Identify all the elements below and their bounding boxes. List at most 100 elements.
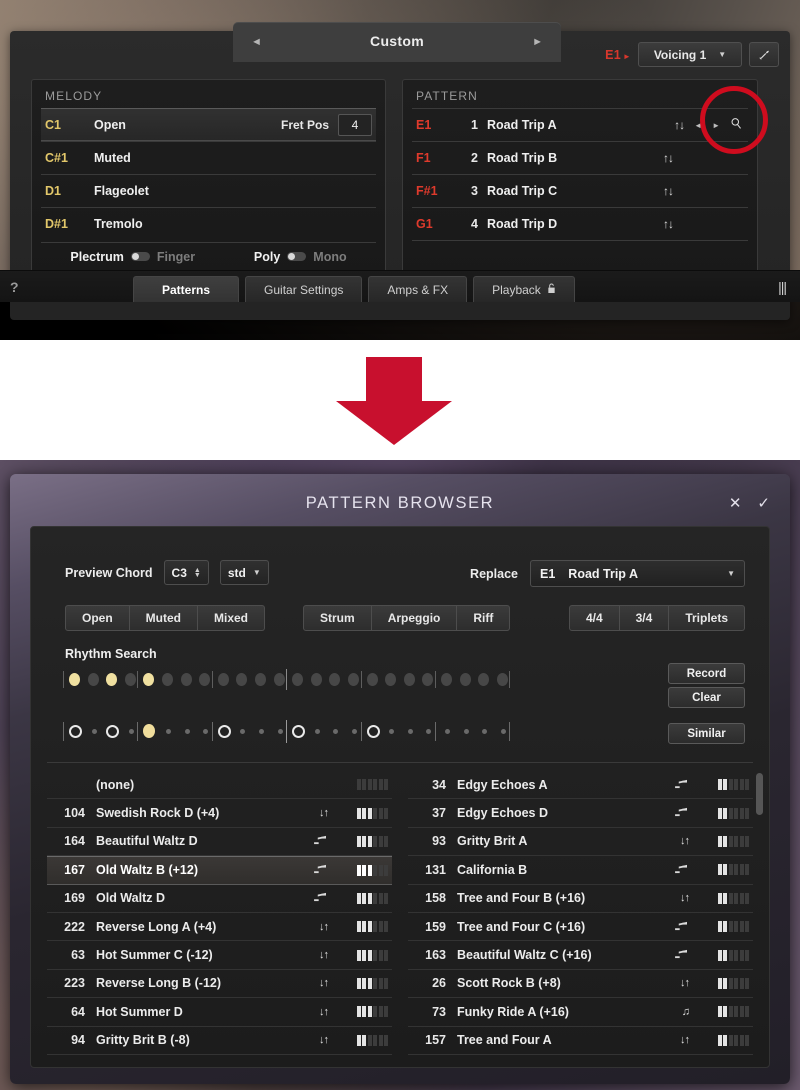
- lock-icon[interactable]: [547, 283, 556, 297]
- tab-playback[interactable]: Playback: [473, 276, 575, 302]
- pattern-list-row[interactable]: 26 Scott Rock B (+8) ↓↑: [408, 970, 753, 999]
- pattern-list-row[interactable]: 159 Tree and Four C (+16): [408, 913, 753, 942]
- stepper-down-icon[interactable]: ▼: [194, 572, 201, 579]
- rhythm-step-dot[interactable]: [459, 673, 471, 686]
- rhythm-result-subdivision[interactable]: [463, 729, 469, 734]
- tab-patterns[interactable]: Patterns: [133, 276, 240, 302]
- filter-triplets-button[interactable]: Triplets: [669, 605, 745, 631]
- rhythm-result-subdivision[interactable]: [91, 729, 97, 734]
- voicing-dropdown[interactable]: Voicing 1 ▼: [638, 42, 742, 67]
- rhythm-step-dot[interactable]: [180, 673, 192, 686]
- preview-chord-note-stepper[interactable]: C3 ▲ ▼: [163, 560, 209, 585]
- sort-arrows-icon[interactable]: ↑↓: [663, 217, 674, 231]
- rhythm-result-beat[interactable]: [217, 725, 231, 738]
- replace-dropdown[interactable]: E1 Road Trip A ▼: [530, 560, 745, 587]
- melody-row[interactable]: D1 Flageolet: [41, 174, 376, 207]
- rhythm-result-subdivision[interactable]: [482, 729, 488, 734]
- rhythm-step-dot[interactable]: [422, 673, 434, 686]
- rhythm-step-dot[interactable]: [143, 673, 155, 686]
- pattern-list-row[interactable]: 222 Reverse Long A (+4) ↓↑: [47, 913, 392, 942]
- filter-3-4-button[interactable]: 3/4: [619, 605, 670, 631]
- rhythm-result-steps[interactable]: [63, 720, 545, 743]
- pattern-row[interactable]: E1 1 Road Trip A ↑↓ ◄ ►: [412, 108, 748, 141]
- pattern-list-row[interactable]: 157 Tree and Four A ↓↑: [408, 1027, 753, 1055]
- rhythm-step-dot[interactable]: [124, 673, 136, 686]
- mixer-meter-icon[interactable]: |||: [778, 279, 787, 295]
- pattern-list-row[interactable]: 37 Edgy Echoes D: [408, 799, 753, 828]
- sort-arrows-icon[interactable]: ↑↓: [663, 151, 674, 165]
- rhythm-result-subdivision[interactable]: [184, 729, 190, 734]
- rhythm-step-dot[interactable]: [403, 673, 415, 686]
- rhythm-step-dot[interactable]: [87, 673, 99, 686]
- confirm-icon[interactable]: ✓: [757, 494, 770, 512]
- rhythm-result-subdivision[interactable]: [259, 729, 264, 734]
- rhythm-step-dot[interactable]: [366, 673, 378, 686]
- rhythm-result-beat[interactable]: [366, 725, 380, 738]
- rhythm-result-subdivision[interactable]: [128, 729, 134, 734]
- rhythm-result-subdivision[interactable]: [407, 729, 413, 734]
- plectrum-finger-toggle[interactable]: Plectrum Finger: [70, 250, 195, 264]
- preset-header-tab[interactable]: ◄ Custom ►: [233, 22, 561, 62]
- filter-riff-button[interactable]: Riff: [457, 605, 511, 631]
- help-icon[interactable]: ?: [10, 279, 19, 295]
- preview-chord-type-dropdown[interactable]: std ▼: [219, 560, 269, 585]
- filter-strum-button[interactable]: Strum: [303, 605, 372, 631]
- list-scrollbar-thumb[interactable]: [756, 773, 763, 815]
- rhythm-result-subdivision[interactable]: [445, 729, 450, 734]
- rhythm-result-beat[interactable]: [69, 725, 82, 738]
- sort-arrows-icon[interactable]: ↑↓: [663, 184, 674, 198]
- rhythm-step-dot[interactable]: [441, 673, 452, 686]
- pattern-list-row[interactable]: 163 Beautiful Waltz C (+16): [408, 941, 753, 970]
- pattern-list-row[interactable]: 94 Gritty Brit B (-8) ↓↑: [47, 1027, 392, 1055]
- rhythm-step-dot[interactable]: [236, 673, 248, 686]
- pattern-list-row[interactable]: 64 Hot Summer D ↓↑: [47, 998, 392, 1027]
- next-preset-icon[interactable]: ►: [532, 36, 543, 48]
- rhythm-step-dot[interactable]: [478, 673, 490, 686]
- filter-arpeggio-button[interactable]: Arpeggio: [371, 605, 458, 631]
- filter-muted-button[interactable]: Muted: [129, 605, 198, 631]
- fret-position-value[interactable]: 4: [338, 113, 372, 136]
- similar-button[interactable]: Similar: [668, 723, 745, 744]
- filter-open-button[interactable]: Open: [65, 605, 130, 631]
- rhythm-step-dot[interactable]: [106, 673, 118, 686]
- pattern-row[interactable]: F1 2 Road Trip B ↑↓: [412, 141, 748, 174]
- pattern-list-row[interactable]: 167 Old Waltz B (+12): [47, 856, 392, 885]
- close-icon[interactable]: ✕: [729, 494, 742, 512]
- melody-row[interactable]: C#1 Muted: [41, 141, 376, 174]
- rhythm-result-beat[interactable]: [106, 725, 120, 738]
- sort-arrows-icon[interactable]: ↑↓: [674, 118, 685, 132]
- rhythm-step-dot[interactable]: [329, 673, 341, 686]
- pattern-list-right[interactable]: 34 Edgy Echoes A 37 Edgy Echoes D 93 Gritty B…: [408, 771, 763, 1063]
- rhythm-result-subdivision[interactable]: [389, 729, 395, 734]
- rhythm-result-accent[interactable]: [143, 724, 156, 738]
- pattern-list-row[interactable]: 131 California B: [408, 856, 753, 885]
- pattern-list-row[interactable]: 223 Reverse Long B (-12) ↓↑: [47, 970, 392, 999]
- filter-mixed-button[interactable]: Mixed: [198, 605, 266, 631]
- poly-mono-toggle[interactable]: Poly Mono: [254, 250, 347, 264]
- rhythm-step-dot[interactable]: [69, 673, 80, 686]
- tab-amps-fx[interactable]: Amps & FX: [368, 276, 468, 302]
- pattern-list-row[interactable]: (none): [47, 771, 392, 800]
- rhythm-result-subdivision[interactable]: [314, 729, 320, 734]
- filter-4-4-button[interactable]: 4/4: [568, 605, 620, 631]
- rhythm-result-beat[interactable]: [292, 725, 306, 738]
- rhythm-result-subdivision[interactable]: [500, 729, 506, 734]
- pattern-list-row[interactable]: 93 Gritty Brit A ↓↑: [408, 828, 753, 857]
- rhythm-result-subdivision[interactable]: [333, 729, 339, 734]
- rhythm-step-dot[interactable]: [385, 673, 397, 686]
- rhythm-step-dot[interactable]: [162, 673, 173, 686]
- toggle-switch-icon[interactable]: [130, 252, 150, 261]
- rhythm-step-dot[interactable]: [273, 673, 285, 686]
- rhythm-step-dot[interactable]: [199, 673, 211, 686]
- pattern-list-left[interactable]: (none) 104 Swedish Rock D (+4) ↓↑ 164 Beautif…: [47, 771, 392, 1063]
- pattern-list-row[interactable]: 158 Tree and Four B (+16) ↓↑: [408, 885, 753, 913]
- pattern-list-row[interactable]: 63 Hot Summer C (-12) ↓↑: [47, 941, 392, 970]
- fret-position-control[interactable]: Fret Pos 4: [281, 113, 372, 136]
- pattern-list-row[interactable]: 169 Old Waltz D: [47, 885, 392, 913]
- rhythm-step-dot[interactable]: [310, 673, 322, 686]
- rhythm-step-dot[interactable]: [348, 673, 359, 686]
- melody-row[interactable]: D#1 Tremolo: [41, 207, 376, 240]
- rhythm-step-dot[interactable]: [255, 673, 266, 686]
- rhythm-result-subdivision[interactable]: [352, 729, 357, 734]
- rhythm-result-subdivision[interactable]: [203, 729, 209, 734]
